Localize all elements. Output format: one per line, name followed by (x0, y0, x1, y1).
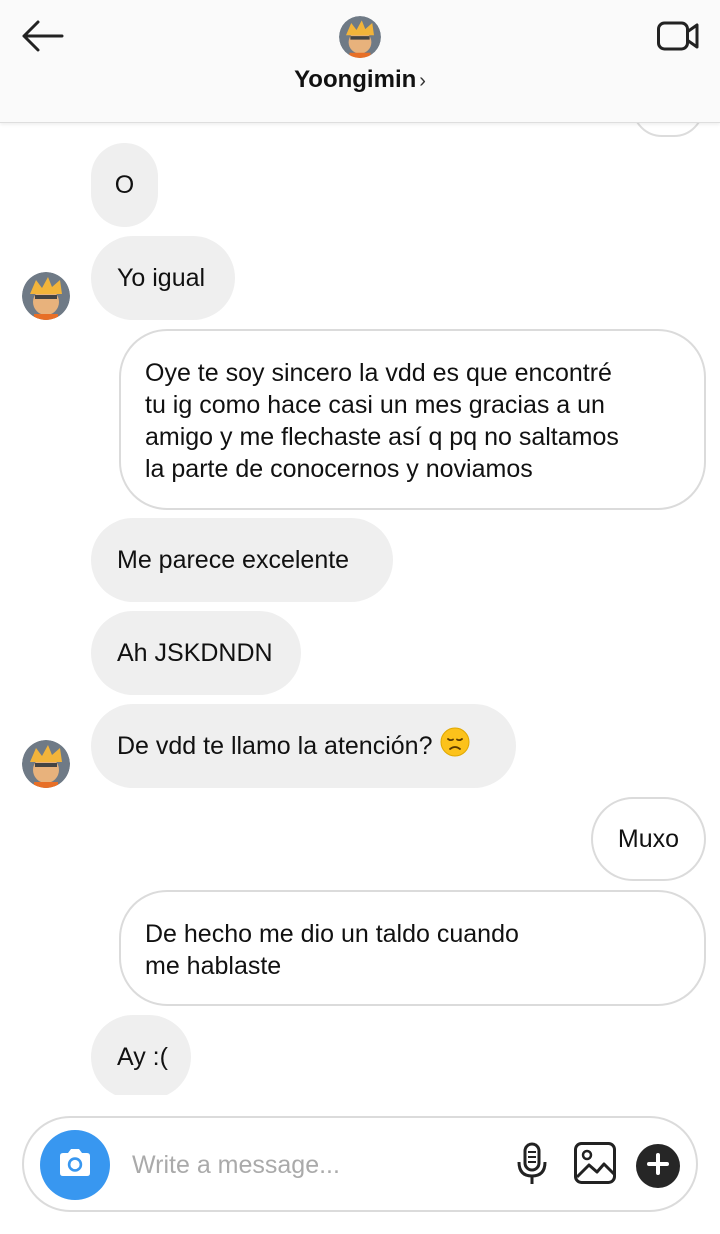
more-options-button[interactable] (636, 1144, 680, 1188)
plus-icon (647, 1152, 669, 1180)
contact-avatar[interactable] (339, 16, 381, 58)
message-bubble-received[interactable]: Me parece excelente (91, 518, 393, 602)
video-call-icon (656, 19, 700, 58)
contact-name: Yoongimin (294, 66, 417, 93)
message-bubble-received[interactable]: O (91, 143, 158, 227)
sender-avatar[interactable] (22, 740, 70, 788)
message-bubble-sent[interactable]: Muxo (591, 797, 706, 881)
message-text: Oye te soy sincero la vdd es que encontr… (145, 359, 619, 483)
video-call-button[interactable] (650, 16, 706, 60)
message-text: Yo igual (117, 264, 206, 292)
chevron-right-icon: › (419, 70, 426, 92)
message-text: Ay :( (117, 1043, 168, 1071)
disappointed-face-emoji (440, 727, 470, 765)
message-bubble-received[interactable]: De vdd te llamo la atención? (91, 704, 516, 788)
message-composer (22, 1116, 698, 1212)
gallery-icon (573, 1141, 617, 1190)
sender-avatar[interactable] (22, 272, 70, 320)
message-bubble-received[interactable]: Ah JSKDNDN (91, 611, 301, 695)
previous-message-bubble (632, 123, 704, 137)
message-input[interactable] (130, 1140, 494, 1190)
message-thread[interactable]: O Yo igual Oye te soy sincero la vdd es … (0, 123, 720, 1095)
message-text: Ah JSKDNDN (117, 639, 273, 667)
message-text: Muxo (617, 825, 680, 853)
voice-message-button[interactable] (512, 1142, 552, 1190)
message-bubble-received[interactable]: Yo igual (91, 236, 235, 320)
message-bubble-received[interactable]: Ay :( (91, 1015, 191, 1095)
gallery-button[interactable] (572, 1141, 618, 1190)
message-text: De vdd te llamo la atención? (117, 732, 433, 760)
camera-button[interactable] (40, 1130, 110, 1200)
back-button[interactable] (16, 18, 68, 58)
camera-icon (56, 1147, 94, 1184)
message-text: Me parece excelente (117, 546, 350, 574)
message-text: O (114, 171, 135, 199)
back-arrow-icon (20, 19, 64, 58)
chat-header: Yoongimin › (0, 0, 720, 123)
message-bubble-sent[interactable]: De hecho me dio un taldo cuando me habla… (119, 890, 706, 1006)
message-bubble-sent[interactable]: Oye te soy sincero la vdd es que encontr… (119, 329, 706, 510)
message-text: De hecho me dio un taldo cuando me habla… (145, 920, 519, 980)
microphone-icon (515, 1142, 549, 1191)
contact-title[interactable]: Yoongimin › (0, 66, 720, 94)
